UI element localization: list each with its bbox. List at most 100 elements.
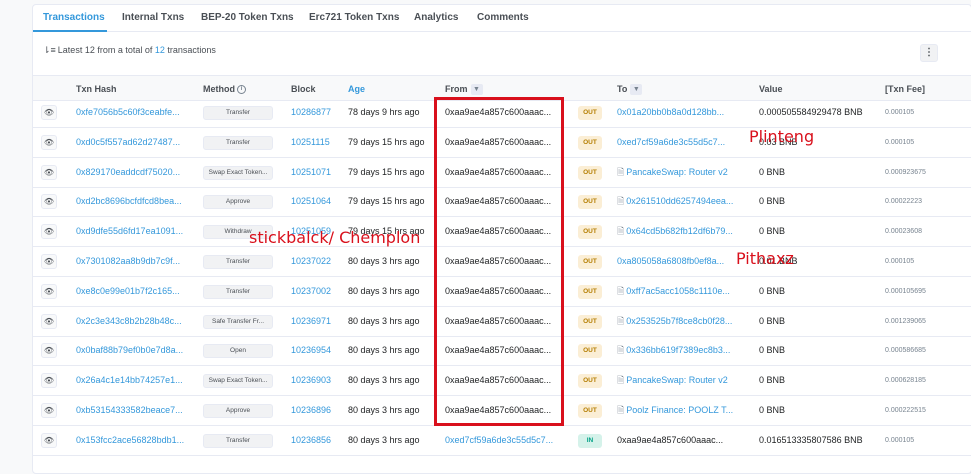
tab-analytics[interactable]: Analytics xyxy=(414,12,458,23)
direction-badge: OUT xyxy=(578,225,602,240)
to-address[interactable]: 🗎 0x253525b7f8ce8cb0f28... xyxy=(617,307,755,336)
view-details-eye-icon[interactable]: 👁 xyxy=(41,194,57,210)
value-text: 0.016513335807586 BNB xyxy=(759,434,863,445)
block-link[interactable]: 10251115 xyxy=(291,128,346,157)
to-address[interactable]: 0x01a20bb0b8a0d128bb... xyxy=(617,98,755,127)
tab-erc721-token-txns[interactable]: Erc721 Token Txns xyxy=(309,12,399,23)
summary-count: 12 xyxy=(154,45,165,55)
block-link[interactable]: 10236856 xyxy=(291,426,346,455)
view-details-eye-icon[interactable]: 👁 xyxy=(41,313,57,329)
to-address[interactable]: 🗎 0xff7ac5acc1058c1110e... xyxy=(617,277,755,306)
contract-file-icon: 🗎 xyxy=(617,285,625,296)
view-details-eye-icon[interactable]: 👁 xyxy=(41,164,57,180)
to-address[interactable]: 🗎 0x64cd5b682fb12df6b79... xyxy=(617,217,755,246)
txn-hash-link[interactable]: 0xb53154333582beace7... xyxy=(76,396,191,425)
from-address[interactable]: 0xed7cf59a6de3c55d5c7... xyxy=(445,426,563,455)
value-text: 0 BNB xyxy=(759,345,786,356)
to-address[interactable]: 🗎 Poolz Finance: POOLZ T... xyxy=(617,396,755,425)
txn-hash-link[interactable]: 0x2c3e343c8b2b28b48c... xyxy=(76,307,191,336)
col-txn-hash: Txn Hash xyxy=(76,84,117,94)
to-address[interactable]: 0xa805058a6808fb0ef8a... xyxy=(617,247,755,276)
view-details-eye-icon[interactable]: 👁 xyxy=(41,432,57,448)
block-link[interactable]: 10237022 xyxy=(291,247,346,276)
to-address-text: 0x253525b7f8ce8cb0f28... xyxy=(626,315,733,326)
contract-file-icon: 🗎 xyxy=(617,345,625,356)
block-link[interactable]: 10236971 xyxy=(291,307,346,336)
method-badge: Safe Transfer Fr... xyxy=(203,314,273,329)
to-address-text: 0xa805058a6808fb0ef8a... xyxy=(617,256,725,266)
age-text: 79 days 15 hrs ago xyxy=(348,166,425,177)
info-icon[interactable]: i xyxy=(237,85,246,95)
to-address-text: 0x261510dd6257494eea... xyxy=(626,196,734,207)
view-details-eye-icon[interactable]: 👁 xyxy=(41,283,57,299)
contract-file-icon: 🗎 xyxy=(617,226,625,237)
view-details-eye-icon[interactable]: 👁 xyxy=(41,224,57,240)
filter-icon[interactable]: ▼ xyxy=(470,84,483,96)
filter-icon[interactable]: ▼ xyxy=(630,84,643,96)
value-text: 0.000505584929478 BNB xyxy=(759,107,863,117)
direction-badge: OUT xyxy=(578,106,602,120)
to-address[interactable]: 🗎 PancakeSwap: Router v2 xyxy=(617,158,755,187)
age-text: 80 days 3 hrs ago xyxy=(348,285,420,296)
txn-hash-link[interactable]: 0xe8c0e99e01b7f2c165... xyxy=(76,277,191,306)
direction-badge: OUT xyxy=(578,344,602,359)
direction-badge: OUT xyxy=(578,404,602,418)
method-badge: Approve xyxy=(203,404,273,418)
method-badge: Transfer xyxy=(203,106,273,120)
block-link[interactable]: 10237002 xyxy=(291,277,346,306)
tab-internal-txns[interactable]: Internal Txns xyxy=(122,12,184,23)
direction-badge: OUT xyxy=(578,284,602,299)
to-address-text: 0x336bb619f7389ec8b3... xyxy=(626,345,731,356)
col-to-label: To xyxy=(617,84,628,94)
view-details-eye-icon[interactable]: 👁 xyxy=(41,373,57,389)
tab-transactions[interactable]: Transactions xyxy=(43,12,105,23)
to-address[interactable]: 🗎 PancakeSwap: Router v2 xyxy=(617,366,755,395)
block-link[interactable]: 10236954 xyxy=(291,336,346,365)
age-text: 80 days 3 hrs ago xyxy=(348,256,420,266)
col-method-label: Method xyxy=(203,84,235,94)
block-link[interactable]: 10236903 xyxy=(291,366,346,395)
to-address[interactable]: 0xed7cf59a6de3c55d5c7... xyxy=(617,128,755,157)
view-details-eye-icon[interactable]: 👁 xyxy=(41,105,57,120)
txn-hash-link[interactable]: 0xd0c5f557ad62d27487... xyxy=(76,128,191,157)
view-details-eye-icon[interactable]: 👁 xyxy=(41,343,57,359)
col-age[interactable]: Age xyxy=(348,84,365,94)
txn-hash-link[interactable]: 0x26a4c1e14bb74257e1... xyxy=(76,366,191,395)
age-text: 80 days 3 hrs ago xyxy=(348,375,420,386)
col-from-label: From xyxy=(445,84,468,94)
method-badge: Transfer xyxy=(203,255,273,269)
direction-badge: OUT xyxy=(578,374,602,389)
view-details-eye-icon[interactable]: 👁 xyxy=(41,134,57,150)
txn-hash-link[interactable]: 0xfe7056b5c60f3ceabfe... xyxy=(76,98,191,127)
to-address-text: 0xed7cf59a6de3c55d5c7... xyxy=(617,136,726,147)
col-from: From ▼ xyxy=(445,84,483,96)
txn-hash-link[interactable]: 0x829170eaddcdf75020... xyxy=(76,158,191,187)
block-link[interactable]: 10286877 xyxy=(291,98,346,127)
to-address: 0xaa9ae4a857c600aaac... xyxy=(617,426,755,455)
txn-hash-link[interactable]: 0xd2bc8696bcfdfcd8bea... xyxy=(76,187,191,216)
txn-fee-text: 0.00022223 xyxy=(885,198,922,206)
value-text: 0 BNB xyxy=(759,375,786,386)
view-details-eye-icon[interactable]: 👁 xyxy=(41,403,57,418)
txn-fee-text: 0.000105 xyxy=(885,258,915,265)
direction-badge: OUT xyxy=(578,195,602,210)
txn-hash-link[interactable]: 0x7301082aa8b9db7c9f... xyxy=(76,247,191,276)
txn-hash-link[interactable]: 0xd9dfe55d6fd17ea1091... xyxy=(76,217,191,246)
tab-comments[interactable]: Comments xyxy=(477,12,529,23)
block-link[interactable]: 10236896 xyxy=(291,396,346,425)
txn-hash-link[interactable]: 0x153fcc2ace56828bdb1... xyxy=(76,426,191,455)
to-address-text: 0x64cd5b682fb12df6b79... xyxy=(626,226,733,237)
more-options-button[interactable]: ⋮ xyxy=(920,44,938,62)
txn-hash-link[interactable]: 0x0baf88b79ef0b0e7d8a... xyxy=(76,336,191,365)
block-link[interactable]: 10251064 xyxy=(291,187,346,216)
value-text: 0 BNB xyxy=(759,285,786,296)
to-address[interactable]: 🗎 0x336bb619f7389ec8b3... xyxy=(617,336,755,365)
to-address[interactable]: 🗎 0x261510dd6257494eea... xyxy=(617,187,755,216)
method-badge: Open xyxy=(203,344,273,359)
col-txn-fee[interactable]: [Txn Fee] xyxy=(885,84,925,94)
view-details-eye-icon[interactable]: 👁 xyxy=(41,254,57,269)
direction-badge: OUT xyxy=(578,165,602,180)
block-link[interactable]: 10251071 xyxy=(291,158,346,187)
tab-bep20-token-txns[interactable]: BEP-20 Token Txns xyxy=(201,12,294,23)
to-address-text: Poolz Finance: POOLZ T... xyxy=(626,405,734,415)
